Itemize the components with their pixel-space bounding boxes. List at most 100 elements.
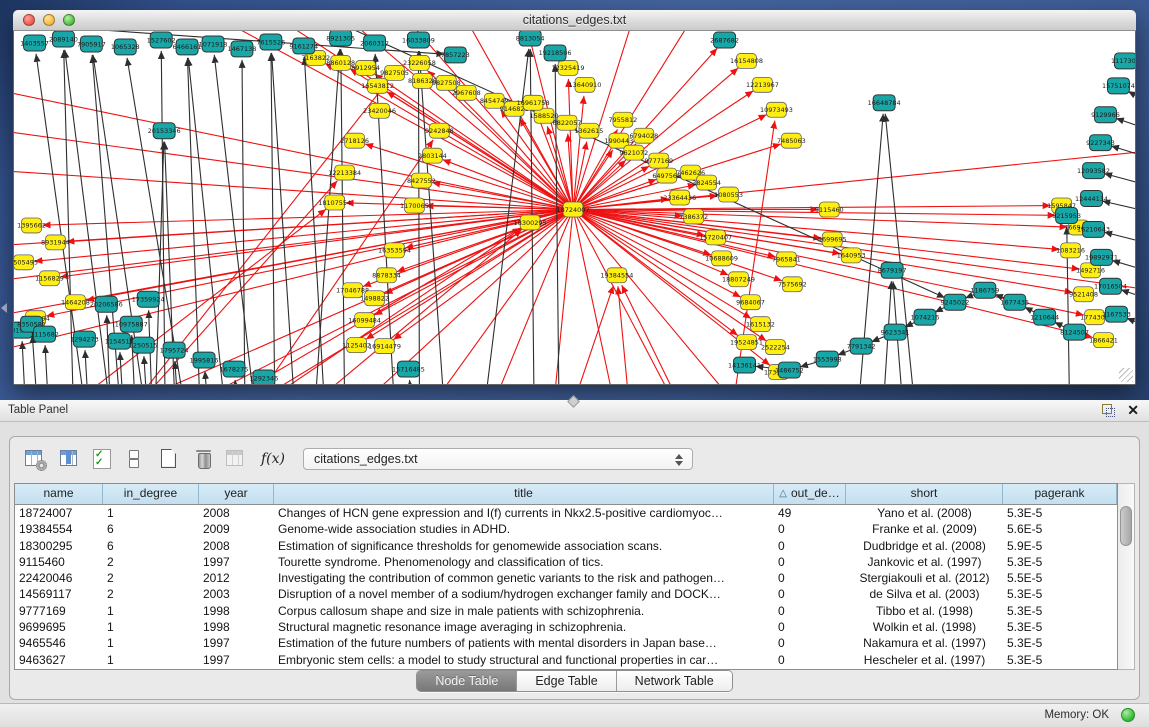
- table-cell[interactable]: 5.9E-5: [1003, 538, 1117, 554]
- table-cell[interactable]: 49: [774, 505, 846, 521]
- table-cell[interactable]: 2009: [199, 521, 274, 537]
- column-header-year[interactable]: year: [199, 484, 274, 504]
- table-cell[interactable]: Embryonic stem cells: a model to study s…: [274, 652, 774, 668]
- select-all-rows-icon[interactable]: ✓✓: [91, 449, 113, 469]
- table-cell[interactable]: 22420046: [15, 570, 103, 586]
- network-edge[interactable]: [434, 209, 573, 384]
- table-cell[interactable]: 1997: [199, 635, 274, 651]
- table-cell[interactable]: 6: [103, 521, 199, 537]
- table-cell[interactable]: Jankovic et al. (1997): [846, 554, 1003, 570]
- table-cell[interactable]: Corpus callosum shape and size in male p…: [274, 603, 774, 619]
- network-edge[interactable]: [14, 171, 573, 210]
- network-edge[interactable]: [365, 209, 573, 384]
- table-cell[interactable]: 0: [774, 652, 846, 668]
- table-cell[interactable]: de Silva et al. (2003): [846, 586, 1003, 602]
- network-edge[interactable]: [1104, 173, 1135, 186]
- network-canvas[interactable]: 1872400718300295193845542322605898275051…: [14, 31, 1135, 384]
- network-edge[interactable]: [410, 380, 413, 384]
- table-cell[interactable]: 0: [774, 603, 846, 619]
- table-cell[interactable]: Tourette syndrome. Phenomenology and cla…: [274, 554, 774, 570]
- table-cell[interactable]: 5.3E-5: [1003, 505, 1117, 521]
- table-cell[interactable]: 1998: [199, 603, 274, 619]
- table-cell[interactable]: Changes of HCN gene expression and I(f) …: [274, 505, 774, 521]
- table-cell[interactable]: Investigating the contribution of common…: [274, 570, 774, 586]
- function-builder-icon[interactable]: f(x): [261, 451, 285, 467]
- table-cell[interactable]: Estimation of the future numbers of pati…: [274, 635, 774, 651]
- network-edge[interactable]: [1112, 260, 1135, 272]
- table-cell[interactable]: Estimation of significance thresholds fo…: [274, 538, 774, 554]
- table-cell[interactable]: 9465546: [15, 635, 103, 651]
- table-cell[interactable]: 1997: [199, 652, 274, 668]
- table-row[interactable]: 1456911722003Disruption of a novel membe…: [15, 586, 1117, 602]
- table-cell[interactable]: 5.3E-5: [1003, 619, 1117, 635]
- select-columns-icon[interactable]: [59, 449, 81, 469]
- table-cell[interactable]: Disruption of a novel member of a sodium…: [274, 586, 774, 602]
- table-row[interactable]: 1830029562008Estimation of significance …: [15, 538, 1117, 554]
- table-cell[interactable]: 2: [103, 554, 199, 570]
- network-edge[interactable]: [304, 57, 324, 384]
- table-cell[interactable]: Structural magnetic resonance image aver…: [274, 619, 774, 635]
- table-cell[interactable]: 2012: [199, 570, 274, 586]
- column-header-short[interactable]: short: [846, 484, 1003, 504]
- tab-network-table[interactable]: Network Table: [617, 671, 732, 691]
- network-edge[interactable]: [573, 209, 1093, 337]
- table-row[interactable]: 977716911998Corpus callosum shape and si…: [15, 603, 1117, 619]
- table-cell[interactable]: Yano et al. (2008): [846, 505, 1003, 521]
- table-cell[interactable]: Genome-wide association studies in ADHD.: [274, 521, 774, 537]
- table-cell[interactable]: Hescheler et al. (1997): [846, 652, 1003, 668]
- new-document-icon[interactable]: [158, 449, 180, 469]
- network-edge[interactable]: [1111, 146, 1135, 159]
- scrollbar-thumb[interactable]: [1120, 506, 1132, 546]
- table-cell[interactable]: 9463627: [15, 652, 103, 668]
- table-cell[interactable]: 6: [103, 538, 199, 554]
- panel-divider-handle[interactable]: [566, 396, 580, 404]
- table-cell[interactable]: 5.3E-5: [1003, 635, 1117, 651]
- network-edge[interactable]: [1128, 91, 1135, 105]
- table-cell[interactable]: 1: [103, 619, 199, 635]
- network-edge[interactable]: [1116, 118, 1135, 130]
- network-edge[interactable]: [120, 352, 123, 384]
- table-cell[interactable]: Wolkin et al. (1998): [846, 619, 1003, 635]
- network-edge[interactable]: [418, 51, 419, 384]
- tab-edge-table[interactable]: Edge Table: [517, 671, 616, 691]
- table-cell[interactable]: 2008: [199, 538, 274, 554]
- table-cell[interactable]: 14569117: [15, 586, 103, 602]
- table-cell[interactable]: 5.5E-5: [1003, 570, 1117, 586]
- table-cell[interactable]: 1: [103, 603, 199, 619]
- table-cell[interactable]: 0: [774, 521, 846, 537]
- network-edge[interactable]: [1104, 232, 1135, 244]
- resize-grip[interactable]: [1119, 368, 1133, 382]
- table-cell[interactable]: 5.3E-5: [1003, 586, 1117, 602]
- table-cell[interactable]: 5.3E-5: [1003, 603, 1117, 619]
- float-panel-icon[interactable]: [1101, 403, 1115, 417]
- column-header-name[interactable]: name: [15, 484, 103, 504]
- network-edge[interactable]: [573, 209, 1073, 292]
- table-cell[interactable]: Stergiakouli et al. (2012): [846, 570, 1003, 586]
- network-edge[interactable]: [205, 371, 208, 384]
- network-edge[interactable]: [22, 341, 25, 384]
- table-cell[interactable]: Franke et al. (2009): [846, 521, 1003, 537]
- table-cell[interactable]: 0: [774, 635, 846, 651]
- tab-node-table[interactable]: Node Table: [417, 671, 517, 691]
- table-cell[interactable]: 1998: [199, 619, 274, 635]
- table-settings-icon[interactable]: [24, 449, 46, 469]
- network-edge[interactable]: [85, 350, 88, 384]
- network-edge[interactable]: [622, 285, 679, 384]
- table-cell[interactable]: 9777169: [15, 603, 103, 619]
- table-cell[interactable]: 19384554: [15, 521, 103, 537]
- table-cell[interactable]: 0: [774, 554, 846, 570]
- table-cell[interactable]: 9115460: [15, 554, 103, 570]
- network-edge[interactable]: [1121, 290, 1135, 300]
- table-cell[interactable]: 5.3E-5: [1003, 554, 1117, 570]
- delete-column-icon[interactable]: [193, 449, 215, 469]
- network-edge[interactable]: [618, 286, 629, 384]
- control-panel-collapse-handle[interactable]: [1, 303, 7, 313]
- network-edge[interactable]: [107, 315, 111, 384]
- table-cell[interactable]: 0: [774, 538, 846, 554]
- table-cell[interactable]: 1997: [199, 554, 274, 570]
- table-cell[interactable]: 2008: [199, 505, 274, 521]
- table-cell[interactable]: 1: [103, 652, 199, 668]
- table-cell[interactable]: Dudbridge et al. (2008): [846, 538, 1003, 554]
- table-cell[interactable]: 2003: [199, 586, 274, 602]
- table-cell[interactable]: 2: [103, 570, 199, 586]
